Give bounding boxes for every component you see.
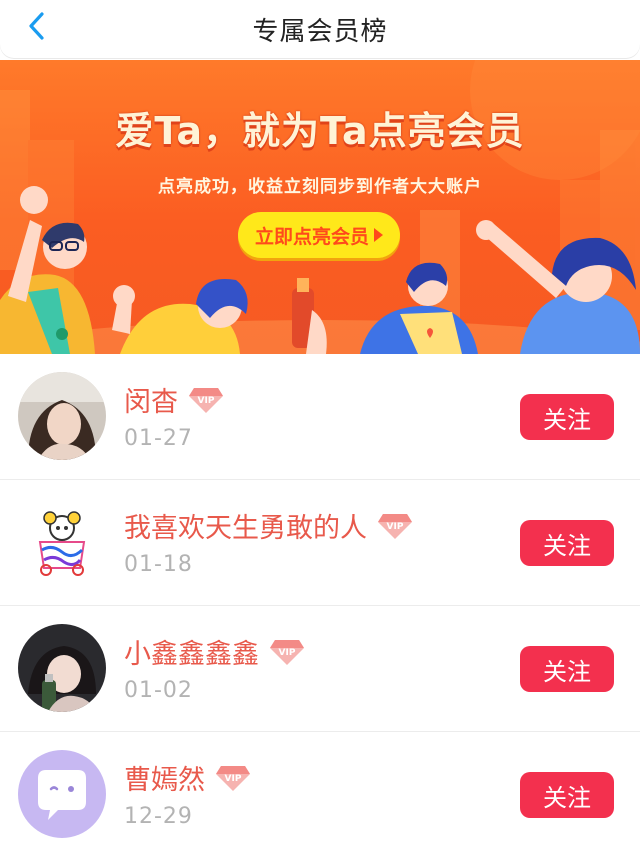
join-date: 01-18 xyxy=(124,552,193,577)
banner-headline: 爱Ta，就为Ta点亮会员 xyxy=(115,109,525,153)
photo-avatar-icon xyxy=(18,372,106,460)
join-date: 01-27 xyxy=(124,426,193,451)
diamond-vip-icon: VIP xyxy=(216,765,250,791)
join-date: 12-29 xyxy=(124,804,193,829)
drawing-avatar-icon xyxy=(18,498,106,586)
follow-button[interactable]: 关注 xyxy=(520,394,614,440)
follow-button[interactable]: 关注 xyxy=(520,772,614,818)
join-date: 01-02 xyxy=(124,678,193,703)
default-chat-avatar-icon xyxy=(18,750,106,838)
member-name: 我喜欢天生勇敢的人 xyxy=(124,513,367,544)
cta-label: 立即点亮会员 xyxy=(254,225,369,248)
follow-button[interactable]: 关注 xyxy=(520,646,614,692)
svg-text:VIP: VIP xyxy=(387,522,404,532)
banner-subline: 点亮成功，收益立刻同步到作者大大账户 xyxy=(158,177,482,197)
list-item[interactable]: 曹嫣然 VIP 12-29 关注 xyxy=(0,732,640,852)
avatar[interactable] xyxy=(18,372,106,460)
member-name: 闵杳 xyxy=(124,387,178,418)
svg-text:VIP: VIP xyxy=(279,648,296,658)
play-arrow-icon xyxy=(374,228,383,242)
member-name: 曹嫣然 xyxy=(124,765,205,796)
svg-text:VIP: VIP xyxy=(225,774,242,784)
avatar[interactable] xyxy=(18,498,106,586)
diamond-vip-icon: VIP xyxy=(378,513,412,539)
follow-button[interactable]: 关注 xyxy=(520,520,614,566)
list-item[interactable]: 闵杳 VIP 01-27 关注 xyxy=(0,354,640,480)
list-item[interactable]: 小鑫鑫鑫鑫 VIP 01-02 关注 xyxy=(0,606,640,732)
list-item[interactable]: 我喜欢天生勇敢的人 VIP 01-18 关注 xyxy=(0,480,640,606)
member-name-row: 我喜欢天生勇敢的人 VIP xyxy=(124,506,413,545)
diamond-vip-icon: VIP xyxy=(270,639,304,665)
svg-text:VIP: VIP xyxy=(198,396,215,406)
member-name-row: 曹嫣然 VIP xyxy=(124,758,251,797)
back-button[interactable] xyxy=(22,11,52,41)
avatar[interactable] xyxy=(18,624,106,712)
avatar[interactable] xyxy=(18,750,106,838)
chevron-left-icon xyxy=(29,12,44,40)
promo-banner[interactable]: 爱Ta，就为Ta点亮会员 点亮成功，收益立刻同步到作者大大账户 立即点亮会员 xyxy=(0,60,640,354)
photo-avatar-icon xyxy=(18,624,106,712)
member-name-row: 闵杳 VIP xyxy=(124,380,224,419)
light-up-membership-button[interactable]: 立即点亮会员 xyxy=(238,212,400,258)
page-title: 专属会员榜 xyxy=(252,16,388,47)
nav-bar: 专属会员榜 xyxy=(0,0,640,58)
member-list: 闵杳 VIP 01-27 关注 我喜欢天生勇敢的人 VIP 01-18 关注 小… xyxy=(0,354,640,852)
member-name-row: 小鑫鑫鑫鑫 VIP xyxy=(124,632,305,671)
member-name: 小鑫鑫鑫鑫 xyxy=(124,639,259,670)
diamond-vip-icon: VIP xyxy=(189,387,223,413)
